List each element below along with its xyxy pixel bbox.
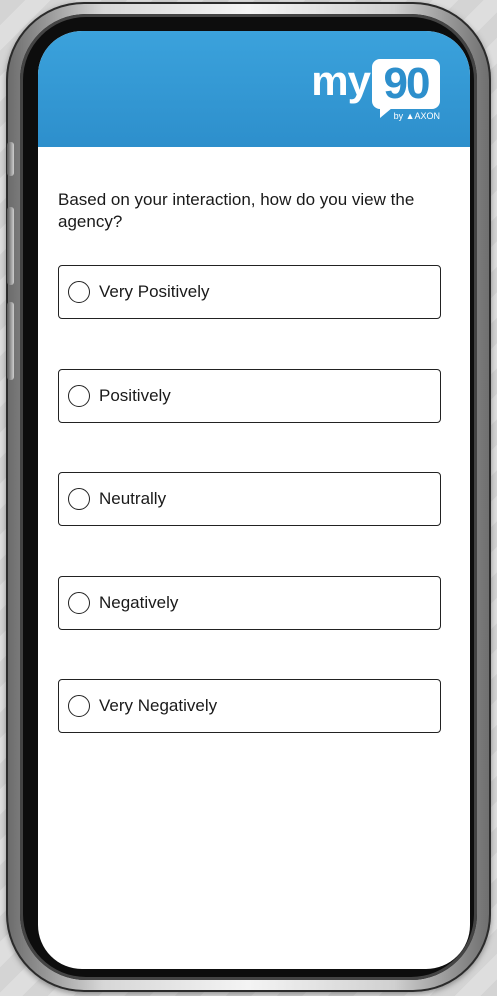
- phone-screen: my 90 by ▲AXON Based on your interaction…: [38, 31, 470, 969]
- radio-icon[interactable]: [68, 488, 90, 510]
- logo-my-text: my: [311, 57, 371, 104]
- volume-up-button: [7, 207, 14, 285]
- option-label: Very Negatively: [99, 696, 218, 715]
- option-very-positively[interactable]: Very Positively: [58, 265, 441, 319]
- option-label: Positively: [99, 386, 171, 405]
- option-label: Neutrally: [99, 489, 167, 508]
- radio-icon[interactable]: [68, 695, 90, 717]
- radio-icon[interactable]: [68, 592, 90, 614]
- option-label: Negatively: [99, 593, 179, 612]
- mute-switch: [7, 142, 14, 176]
- logo-speech-bubble: 90: [372, 59, 440, 118]
- app-header: my 90 by ▲AXON: [38, 31, 470, 147]
- logo-byline: by ▲AXON: [393, 111, 440, 121]
- radio-icon[interactable]: [68, 281, 90, 303]
- option-very-negatively[interactable]: Very Negatively: [58, 679, 441, 733]
- option-label: Very Positively: [99, 282, 210, 301]
- option-negatively[interactable]: Negatively: [58, 576, 441, 630]
- my90-logo: my 90 by ▲AXON: [311, 59, 440, 121]
- logo-number: 90: [383, 59, 431, 108]
- option-neutrally[interactable]: Neutrally: [58, 472, 441, 526]
- survey-question: Based on your interaction, how do you vi…: [58, 190, 415, 231]
- option-positively[interactable]: Positively: [58, 369, 441, 423]
- radio-icon[interactable]: [68, 385, 90, 407]
- volume-down-button: [7, 302, 14, 380]
